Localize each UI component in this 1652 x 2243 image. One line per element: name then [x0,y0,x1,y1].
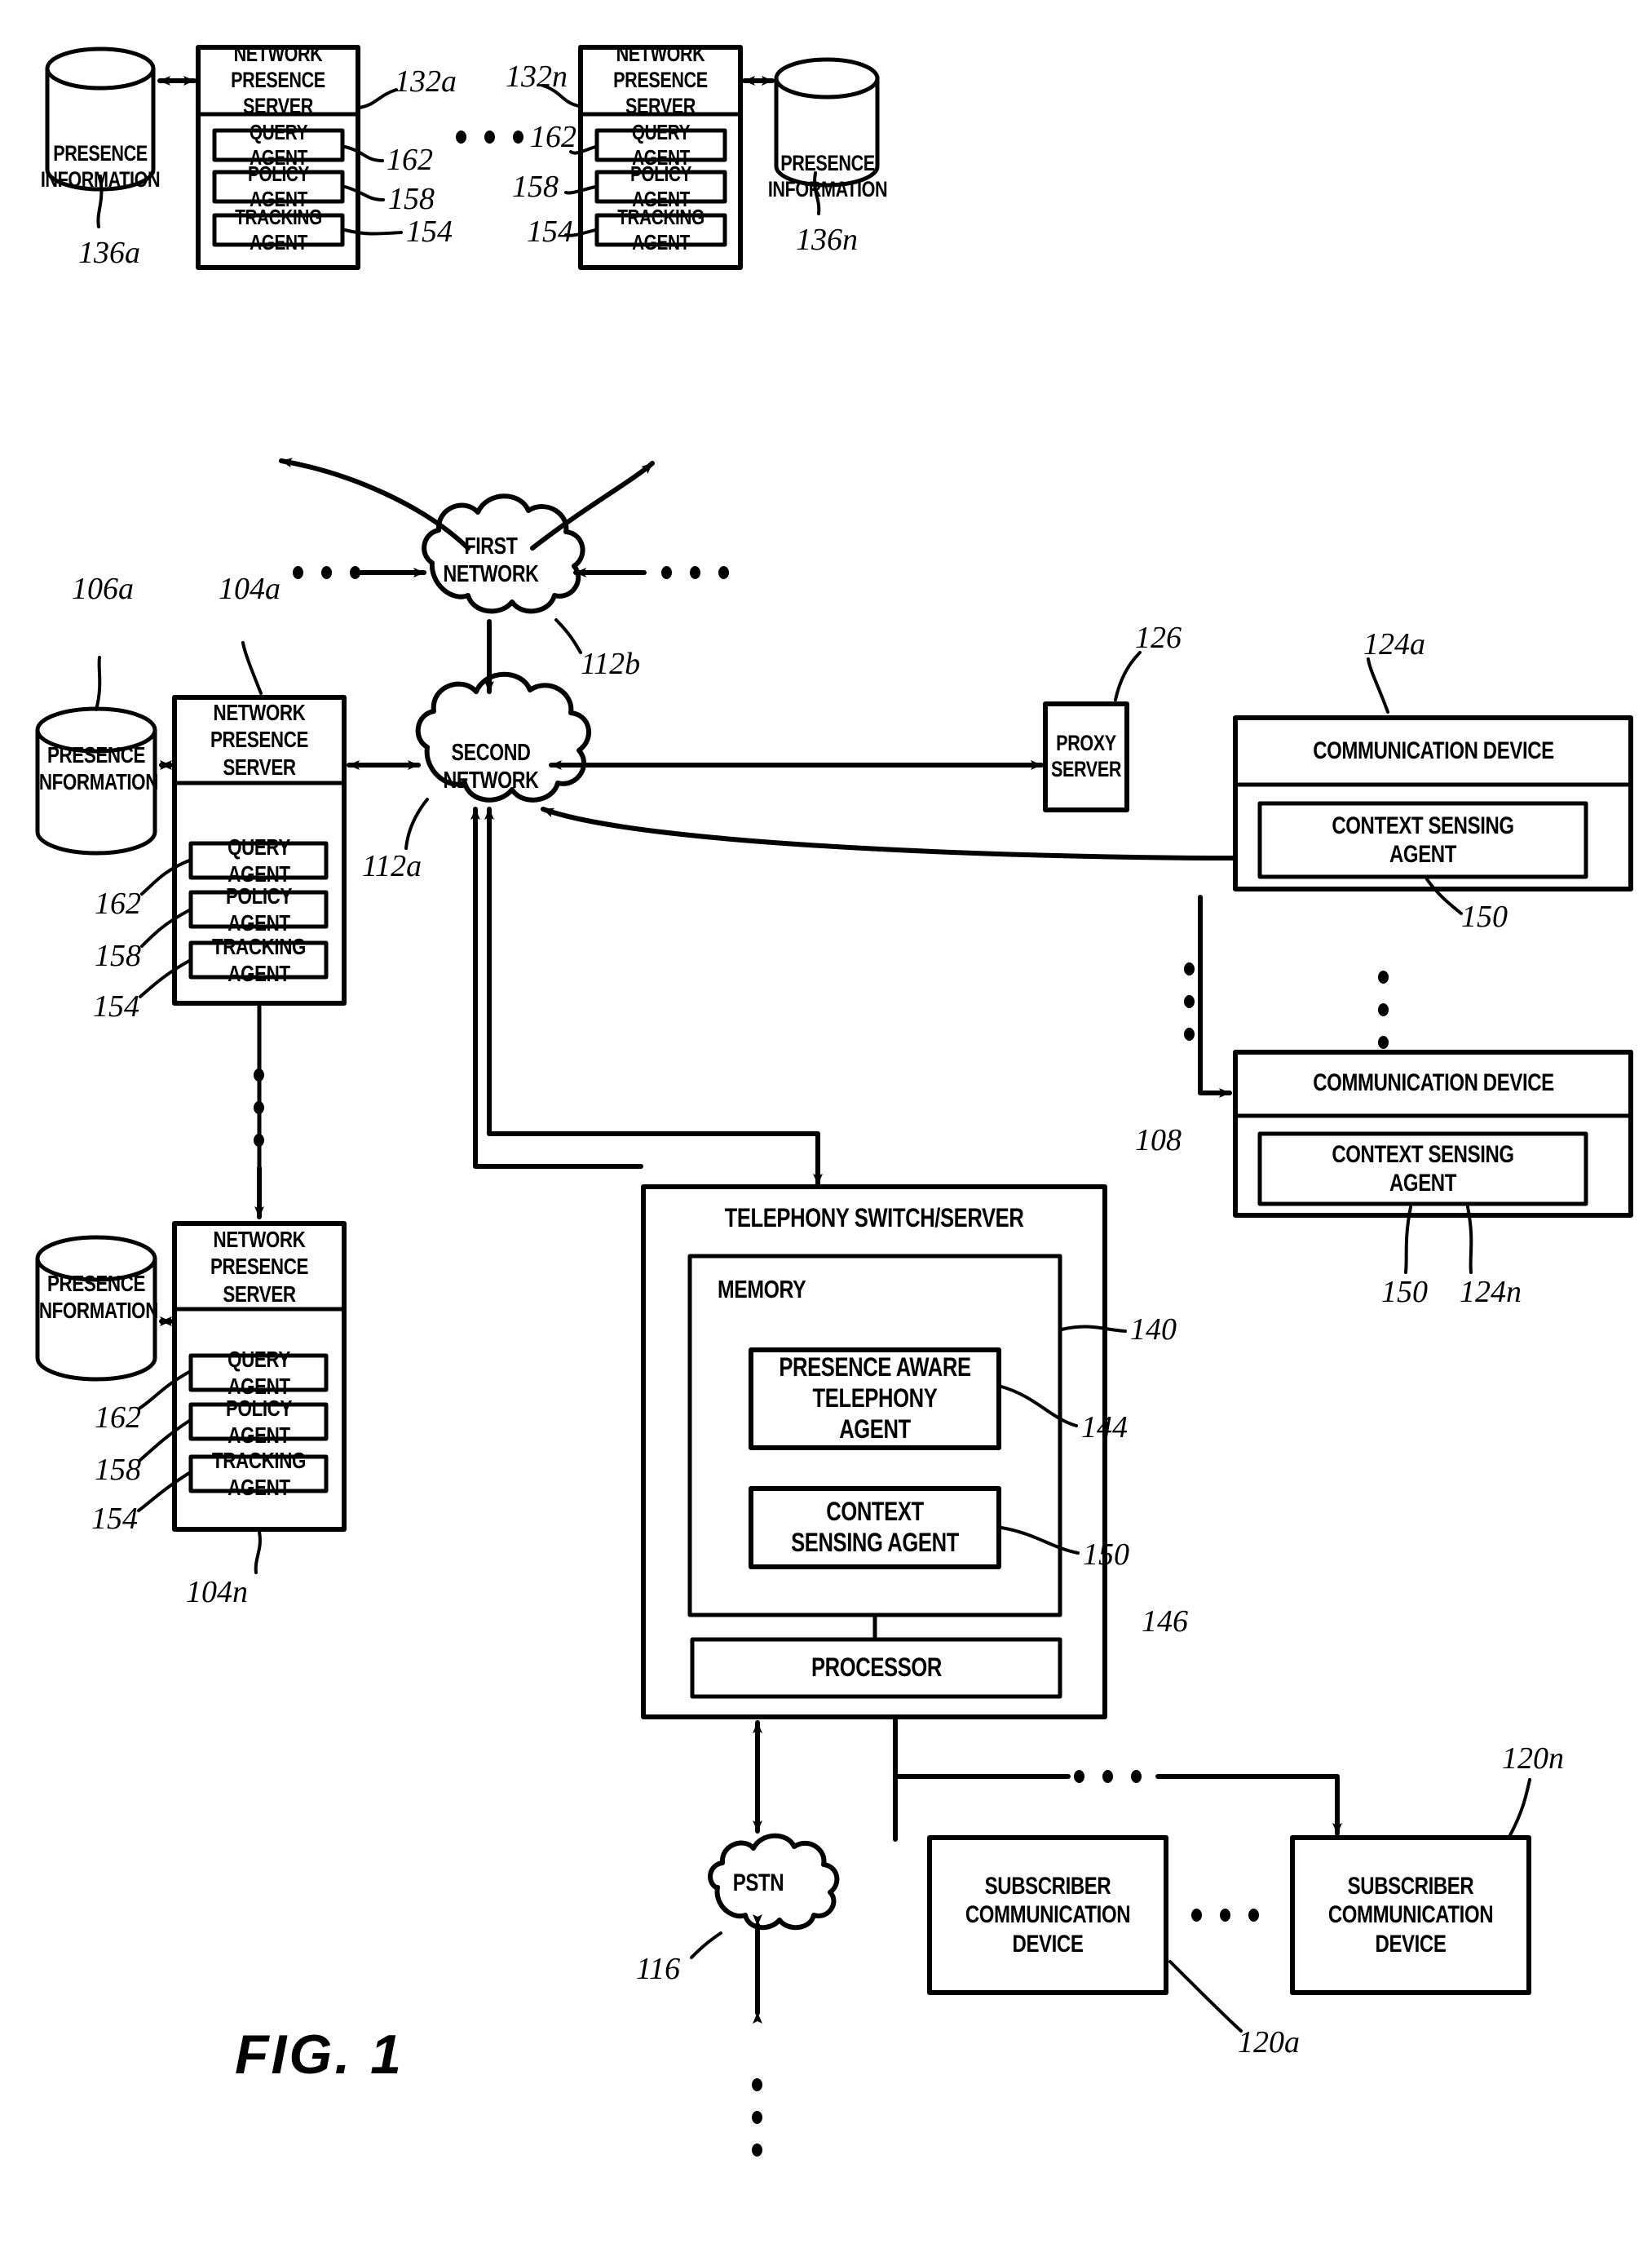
ref-154-104n: 154 [91,1502,138,1536]
ref-104a: 104a [219,572,280,606]
nps-104n-box [172,1221,347,1532]
ref-108: 108 [1135,1123,1182,1157]
ref-162-132n: 162 [530,120,576,154]
ref-158-132a: 158 [388,182,435,216]
ref-150-telephony: 150 [1083,1537,1129,1572]
nps-132a-tracking-agent-box [212,213,345,247]
ref-120n: 120n [1502,1741,1564,1776]
ref-154-132n: 154 [527,215,573,249]
proxy-server-box [1043,701,1129,812]
ref-104n: 104n [186,1575,248,1609]
ref-162-132a: 162 [386,143,433,177]
ref-144: 144 [1081,1410,1128,1444]
ref-150-124a: 150 [1461,900,1508,934]
ref-150-124n: 150 [1381,1275,1428,1309]
ref-132a: 132a [395,64,457,99]
nps-104a-tracking-agent-box [188,940,329,980]
presence-aware-telephony-agent-box [749,1347,1001,1450]
ref-136a: 136a [78,236,140,270]
figure-caption: FIG. 1 [235,2024,404,2086]
leader-136a [96,175,104,228]
ref-116: 116 [636,1952,681,1986]
presence-information-cylinder-low [35,1235,157,1382]
nps-104a-box [172,695,347,1006]
ref-158-104n: 158 [95,1453,141,1487]
ref-140: 140 [1130,1312,1177,1347]
ref-158-132n: 158 [512,170,559,204]
subscriber-device-120a-box [927,1835,1168,1995]
ref-120a: 120a [1238,2025,1300,2059]
diagram-vector-layer [35,45,1633,2033]
presence-information-cylinder-136n [774,57,880,188]
ref-124a: 124a [1363,627,1425,661]
memory-box [687,1254,1062,1617]
processor-box [690,1637,1062,1699]
ref-136n: 136n [796,223,858,257]
ref-112a: 112a [362,849,422,883]
ref-124n: 124n [1460,1275,1522,1309]
nps-132n-policy-agent-box [594,170,727,204]
nps-132a-box [196,45,360,270]
comm-device-124a-agent-box [1257,801,1588,879]
first-network-cloud [422,493,585,614]
nps-104n-tracking-agent-box [188,1454,329,1493]
second-network-cloud [415,671,591,803]
ref-112b: 112b [581,647,641,681]
ref-106a: 106a [72,572,134,606]
ref-158-104a: 158 [95,939,141,973]
ref-146: 146 [1142,1604,1188,1639]
nps-104n-policy-agent-box [188,1402,329,1441]
pstn-cloud [708,1833,840,1930]
nps-132n-query-agent-box [594,128,727,162]
ref-162-104n: 162 [95,1400,141,1435]
presence-information-cylinder-106a [35,706,157,856]
nps-104n-query-agent-box [188,1353,329,1392]
nps-132n-box [578,45,743,270]
ref-132n: 132n [506,60,568,94]
presence-information-cylinder-136a [45,46,156,192]
patent-figure-sheet: PRESENCE INFORMATION 136a NETWORK PRESEN… [0,0,1652,2243]
context-sensing-agent-box [749,1486,1001,1569]
nps-132a-query-agent-box [212,128,345,162]
nps-132a-policy-agent-box [212,170,345,204]
nps-104a-policy-agent-box [188,890,329,929]
ref-154-104a: 154 [93,989,139,1024]
ref-154-132a: 154 [406,215,453,249]
nps-132n-tracking-agent-box [594,213,727,247]
ref-126: 126 [1135,621,1182,655]
nps-104a-query-agent-box [188,841,329,880]
subscriber-device-120n-box [1290,1835,1531,1995]
ref-162-104a: 162 [95,887,141,921]
comm-device-124n-agent-box [1257,1131,1588,1206]
